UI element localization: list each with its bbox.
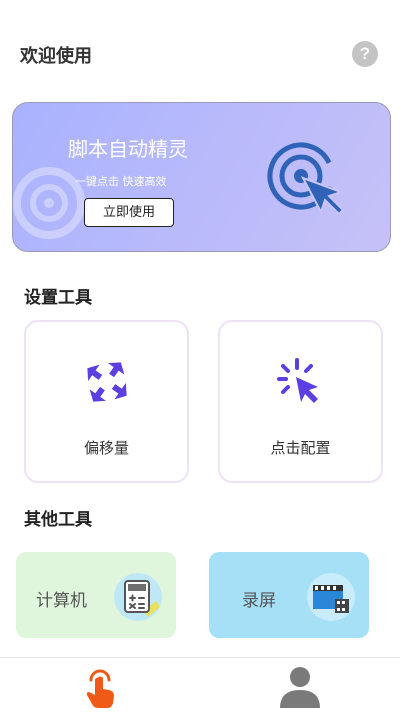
offset-tool-label: 偏移量 — [83, 439, 129, 457]
click-config-tool-card[interactable]: 点击配置 — [218, 320, 383, 483]
target-cursor-icon — [267, 142, 345, 216]
other-tools-title: 其他工具 — [24, 510, 92, 530]
user-profile-icon[interactable] — [276, 662, 324, 710]
promo-banner[interactable]: 脚本自动精灵 一键点击 快速高效 立即使用 — [12, 102, 391, 252]
bottom-tab-bar — [0, 657, 400, 712]
banner-subtitle: 一键点击 快速高效 — [75, 175, 167, 188]
screen-record-icon — [307, 573, 355, 621]
page-title: 欢迎使用 — [20, 46, 92, 67]
click-cursor-icon — [276, 358, 318, 403]
banner-title: 脚本自动精灵 — [68, 137, 188, 161]
question-circle-icon[interactable]: ? — [352, 41, 378, 67]
move-arrows-icon — [86, 362, 127, 402]
calculator-icon — [114, 573, 162, 621]
start-now-button[interactable]: 立即使用 — [84, 198, 174, 227]
screen-record-card[interactable]: 录屏 — [209, 552, 369, 638]
screen-record-label: 录屏 — [242, 591, 276, 611]
header: 欢迎使用 ? — [0, 0, 400, 100]
calculator-card[interactable]: 计算机 — [16, 552, 176, 638]
tap-hand-icon[interactable] — [76, 662, 124, 710]
settings-tools-title: 设置工具 — [24, 288, 92, 308]
click-config-tool-label: 点击配置 — [270, 439, 331, 457]
calculator-label: 计算机 — [36, 591, 87, 611]
offset-tool-card[interactable]: 偏移量 — [24, 320, 189, 483]
